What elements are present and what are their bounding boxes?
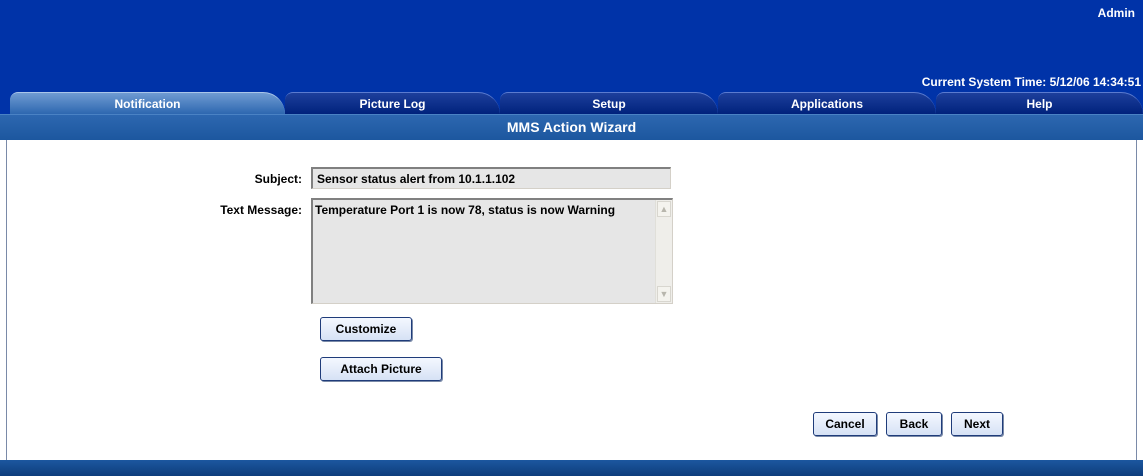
tab-label: Setup (592, 97, 626, 111)
tab-setup[interactable]: Setup (500, 92, 718, 114)
system-time: Current System Time: 5/12/06 14:34:51 (921, 75, 1141, 89)
wizard-title: MMS Action Wizard (506, 119, 637, 135)
page-footer (0, 460, 1143, 476)
back-button[interactable]: Back (886, 412, 942, 436)
tab-picture-log[interactable]: Picture Log (285, 92, 500, 114)
tab-label: Applications (790, 97, 863, 111)
tab-help[interactable]: Help (936, 92, 1143, 114)
scroll-down-icon[interactable]: ▼ (657, 286, 671, 302)
app-header: Admin Current System Time: 5/12/06 14:34… (0, 0, 1143, 92)
tab-notification[interactable]: Notification (10, 92, 285, 114)
subject-field[interactable]: Sensor status alert from 10.1.1.102 (311, 167, 671, 189)
subject-label: Subject: (254, 172, 302, 186)
customize-button[interactable]: Customize (320, 317, 412, 341)
next-button[interactable]: Next (951, 412, 1003, 436)
subject-value: Sensor status alert from 10.1.1.102 (317, 172, 516, 186)
tab-label: Picture Log (359, 97, 426, 111)
scroll-up-icon[interactable]: ▲ (657, 201, 671, 217)
message-scrollbar[interactable]: ▲ ▼ (655, 200, 672, 303)
message-label: Text Message: (220, 203, 302, 217)
user-name: Admin (1097, 6, 1135, 20)
attach-picture-button[interactable]: Attach Picture (320, 357, 442, 381)
main-tab-bar: Notification Picture Log Setup Applicati… (0, 92, 1143, 114)
cancel-button[interactable]: Cancel (813, 412, 877, 436)
message-value: Temperature Port 1 is now 78, status is … (315, 203, 616, 217)
message-textarea[interactable]: Temperature Port 1 is now 78, status is … (311, 198, 673, 304)
tab-label: Help (1026, 97, 1053, 111)
tab-applications[interactable]: Applications (718, 92, 936, 114)
tab-label: Notification (114, 97, 181, 111)
